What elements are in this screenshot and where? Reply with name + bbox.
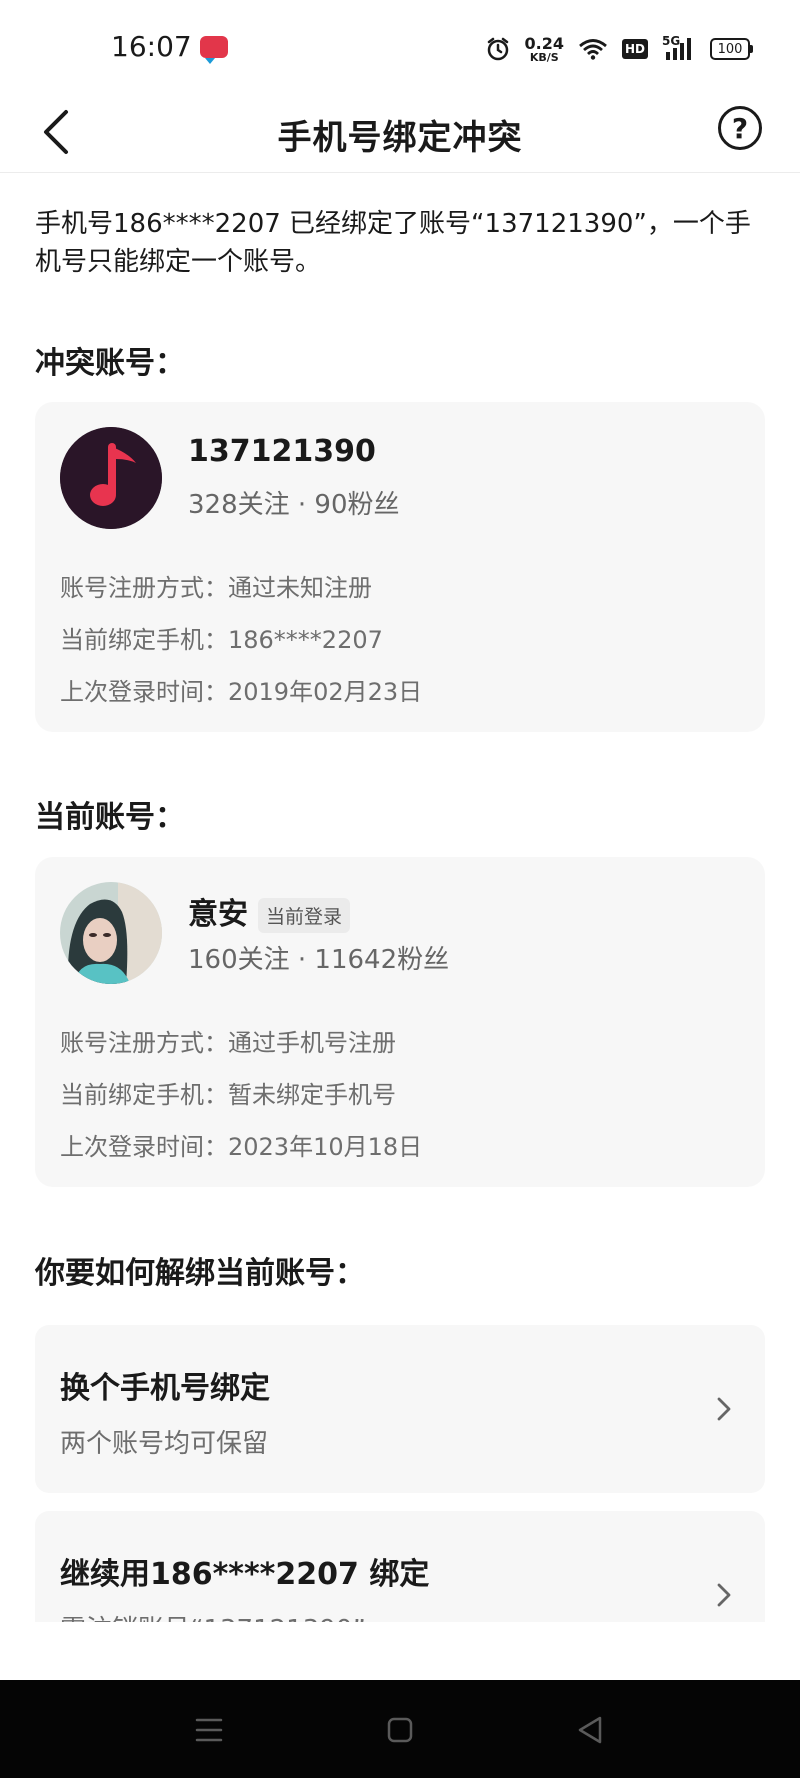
info-label: 账号注册方式： xyxy=(60,574,228,602)
option-title: 继续用186****2207 绑定 xyxy=(60,1557,430,1592)
menu-icon xyxy=(195,1718,223,1742)
back-nav-button[interactable] xyxy=(571,1710,611,1750)
hd-badge: HD xyxy=(621,39,648,59)
status-time: 16:07 xyxy=(111,30,192,63)
home-icon xyxy=(387,1717,413,1743)
status-icons: 0.24 KB/S HD 5G 100 xyxy=(485,32,753,66)
current-account-heading: 当前账号： xyxy=(35,800,185,835)
speed-unit: KB/S xyxy=(529,50,559,64)
signal-indicator: 5G xyxy=(662,34,696,62)
info-value: 通过未知注册 xyxy=(228,574,372,602)
current-bound-phone: 当前绑定手机：暂未绑定手机号 xyxy=(60,1075,396,1110)
current-avatar xyxy=(60,882,162,984)
info-value: 暂未绑定手机号 xyxy=(228,1081,396,1109)
phone-bind-conflict-page: 16:07 0.24 KB/S HD 5G 100 手机号绑定冲突 ? 手机号1… xyxy=(0,0,800,1778)
current-register-method: 账号注册方式：通过手机号注册 xyxy=(60,1023,396,1058)
option-subtitle: 两个账号均可保留 xyxy=(60,1429,269,1459)
info-value: 186****2207 xyxy=(228,626,383,654)
signal-icon xyxy=(666,38,691,60)
battery-icon: 100 xyxy=(710,38,753,60)
current-last-login: 上次登录时间：2023年10月18日 xyxy=(60,1127,422,1162)
info-label: 账号注册方式： xyxy=(60,1029,228,1057)
page-title: 手机号绑定冲突 xyxy=(277,118,523,158)
current-account-name-row: 意安 当前登录 xyxy=(188,889,351,933)
battery-level: 100 xyxy=(717,41,743,57)
conflict-account-card: 137121390 328关注 · 90粉丝 账号注册方式：通过未知注册 当前绑… xyxy=(35,402,765,732)
info-value: 2023年10月18日 xyxy=(228,1133,423,1161)
change-phone-option[interactable]: 换个手机号绑定 两个账号均可保留 xyxy=(35,1325,765,1493)
triangle-back-icon xyxy=(578,1716,602,1744)
nav-bar: 手机号绑定冲突 ? xyxy=(0,100,800,173)
chevron-right-icon xyxy=(717,1397,731,1421)
music-note-icon xyxy=(60,427,162,529)
content-fade xyxy=(0,1622,800,1680)
conflict-account-name: 137121390 xyxy=(188,434,376,469)
status-bar: 16:07 0.24 KB/S HD 5G 100 xyxy=(0,0,800,100)
unbind-heading: 你要如何解绑当前账号： xyxy=(35,1256,365,1291)
info-label: 上次登录时间： xyxy=(60,678,228,706)
wifi-icon xyxy=(579,39,607,60)
conflict-bound-phone: 当前绑定手机：186****2207 xyxy=(60,620,383,655)
conflict-avatar xyxy=(60,427,162,529)
info-value: 通过手机号注册 xyxy=(228,1029,396,1057)
speed-value: 0.24 xyxy=(524,33,564,53)
system-nav-bar xyxy=(0,1680,800,1778)
network-speed: 0.24 KB/S xyxy=(524,33,564,64)
conflict-last-login: 上次登录时间：2019年02月23日 xyxy=(60,672,422,707)
current-account-name: 意安 xyxy=(188,897,248,932)
menu-button[interactable] xyxy=(189,1710,229,1750)
help-icon: ? xyxy=(731,111,749,145)
current-login-badge: 当前登录 xyxy=(258,898,351,933)
conflict-account-heading: 冲突账号： xyxy=(35,346,185,381)
conflict-notice: 手机号186****2207 已经绑定了账号“137121390”，一个手机号只… xyxy=(35,209,751,277)
user-photo-icon xyxy=(60,882,162,984)
option-title: 换个手机号绑定 xyxy=(60,1371,270,1406)
conflict-register-method: 账号注册方式：通过未知注册 xyxy=(60,568,372,603)
alarm-icon xyxy=(487,37,508,61)
app-notification-icon xyxy=(200,36,228,64)
info-label: 上次登录时间： xyxy=(60,1133,228,1161)
info-label: 当前绑定手机： xyxy=(60,1081,228,1109)
current-account-stats: 160关注 · 11642粉丝 xyxy=(188,945,450,975)
chevron-right-icon xyxy=(717,1583,731,1607)
help-button[interactable]: ? xyxy=(718,106,762,150)
info-label: 当前绑定手机： xyxy=(60,626,228,654)
current-account-card: 意安 当前登录 160关注 · 11642粉丝 账号注册方式：通过手机号注册 当前… xyxy=(35,857,765,1187)
conflict-account-stats: 328关注 · 90粉丝 xyxy=(188,490,400,520)
home-button[interactable] xyxy=(380,1710,420,1750)
info-value: 2019年02月23日 xyxy=(228,678,423,706)
